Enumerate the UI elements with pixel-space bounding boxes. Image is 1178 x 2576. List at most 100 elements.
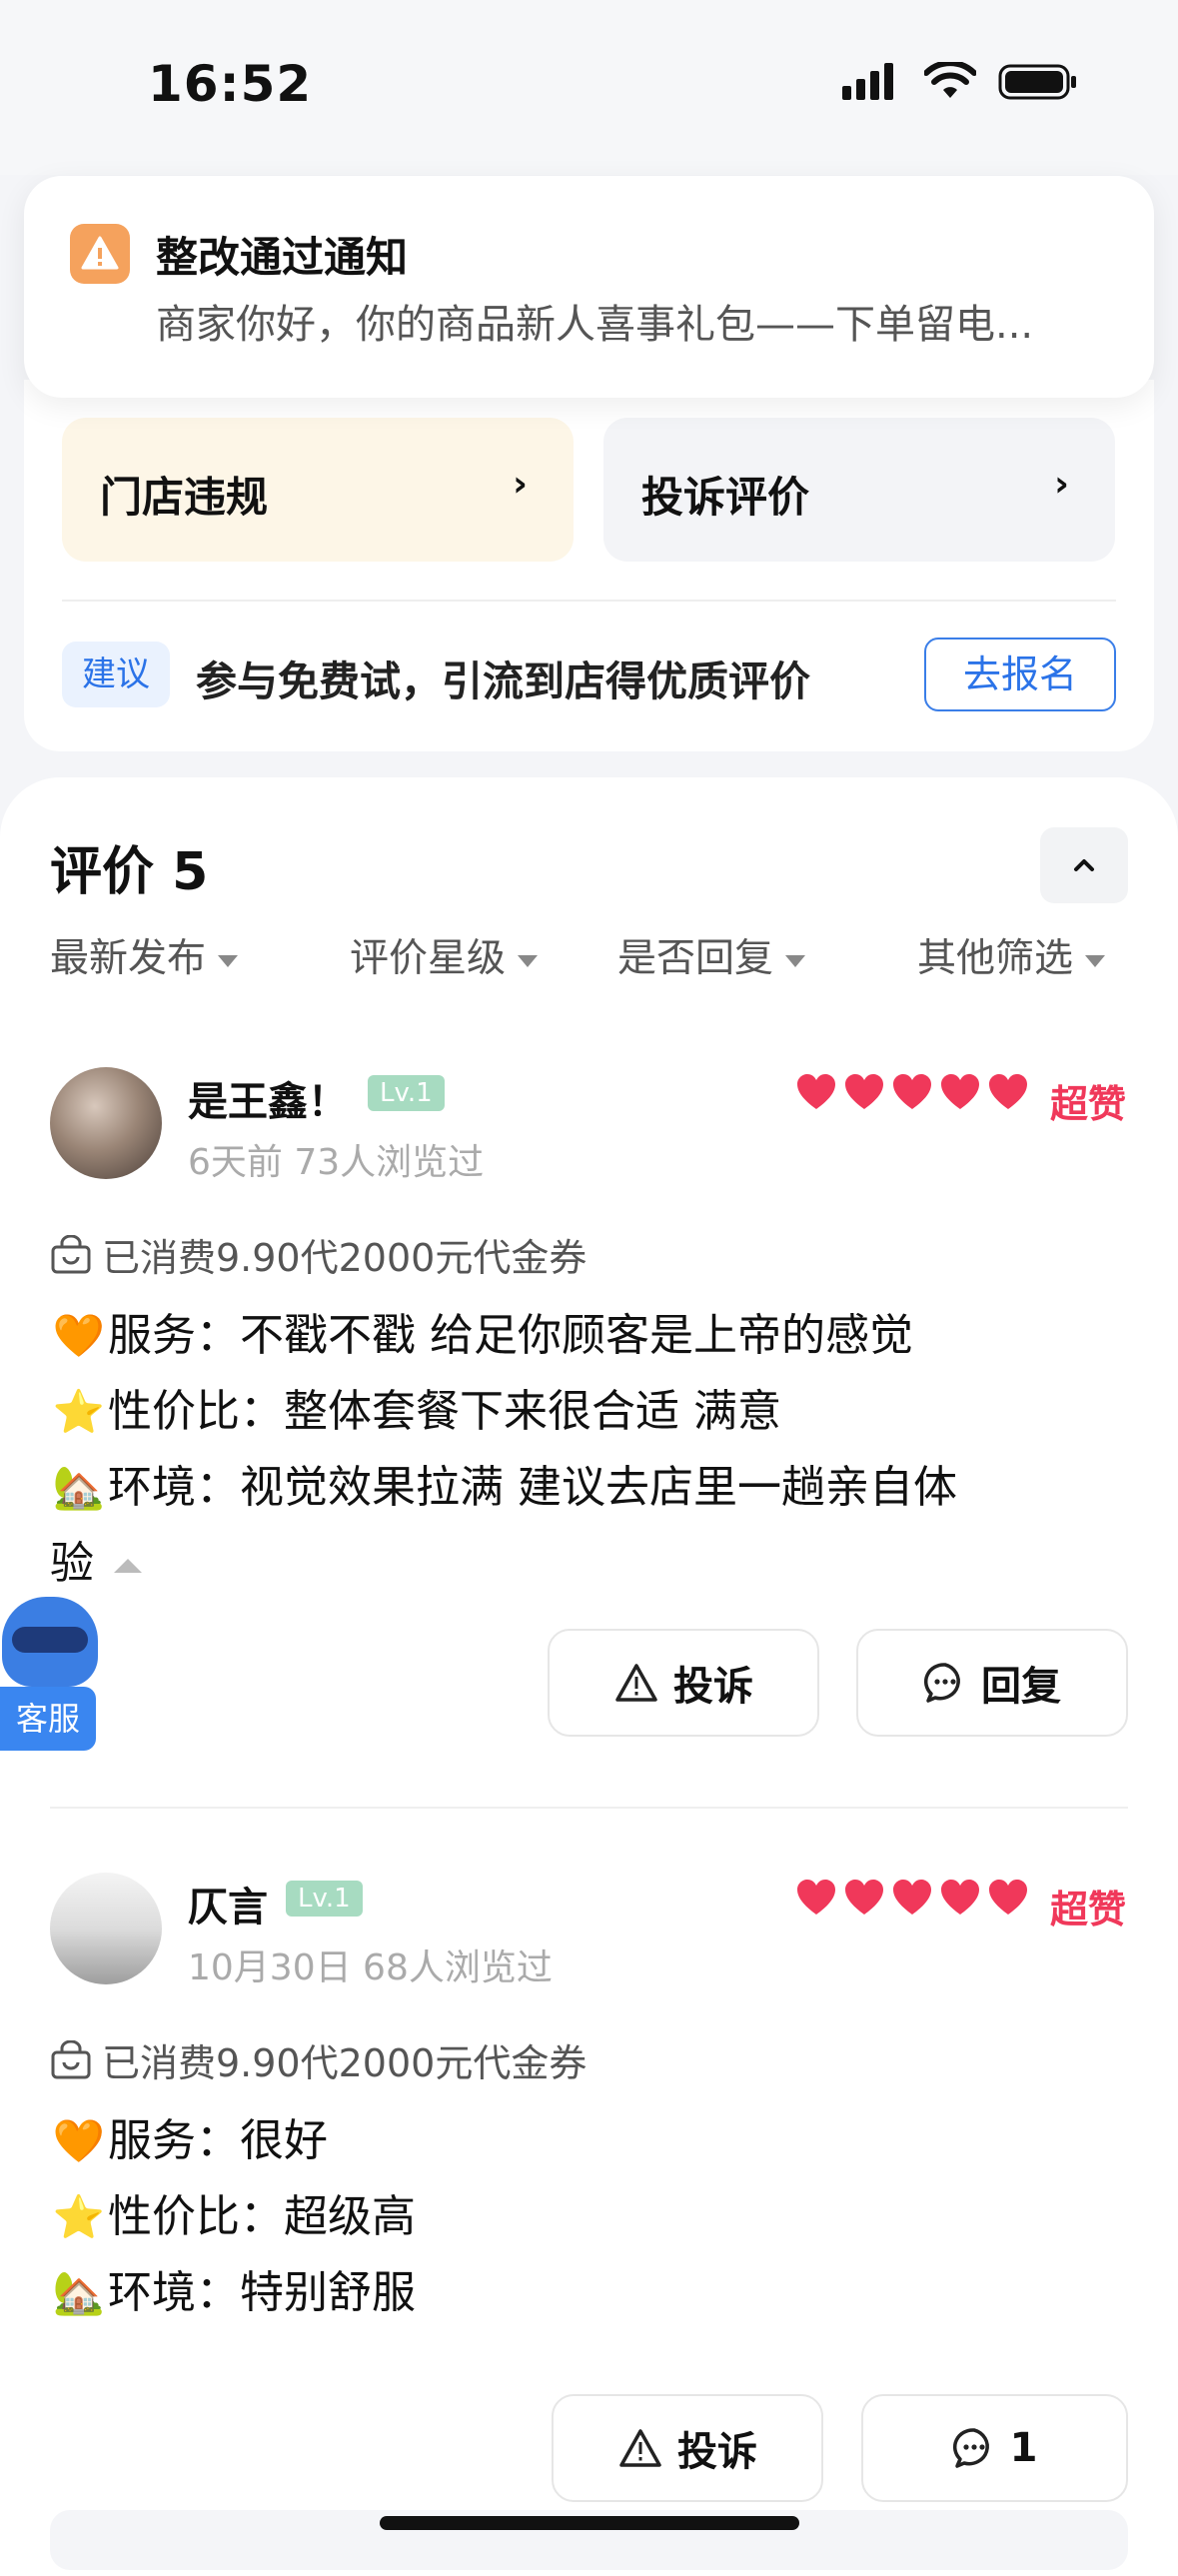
review-meta: 6天前 73人浏览过	[188, 1142, 485, 1183]
review-line-environment: 🏡环境：视觉效果拉满 建议去店里一趟亲自体	[50, 1451, 957, 1515]
chevron-up-icon	[1074, 859, 1094, 871]
consumption-text: 已消费9.90代2000元代金券	[102, 2041, 588, 2085]
warning-outline-icon	[615, 1664, 657, 1702]
review-line-service: 🧡服务：不戳不戳 给足你顾客是上帝的感觉	[50, 1299, 913, 1363]
review-meta: 10月30日 68人浏览过	[188, 1947, 553, 1988]
review-text: 服务：很好	[108, 2115, 328, 2166]
customer-service-label: 客服	[0, 1687, 96, 1751]
tile-label: 门店违规	[100, 473, 269, 522]
house-emoji-icon: 🏡	[52, 1463, 106, 1512]
reviews-panel: 评价 5 最新发布 评价星级 是否回复 其他筛选 是王鑫！ Lv.1 6天前 7…	[0, 777, 1178, 2576]
chat-bubble-icon	[952, 2428, 989, 2468]
suggestion-badge: 建议	[62, 642, 170, 707]
heart-icon	[940, 1879, 980, 1921]
review-divider	[50, 1807, 1128, 1809]
battery-icon	[998, 64, 1076, 100]
filter-label: 评价星级	[350, 936, 507, 981]
heart-icon	[796, 1073, 836, 1115]
review-line-environment: 🏡环境：特别舒服	[50, 2256, 416, 2320]
button-label: 投诉	[673, 1664, 753, 1710]
complain-button[interactable]: 投诉	[548, 1629, 819, 1737]
complain-button[interactable]: 投诉	[552, 2394, 823, 2502]
button-label: 1	[1009, 2425, 1038, 2471]
reply-button[interactable]: 回复	[856, 1629, 1128, 1737]
review-text: 环境：视觉效果拉满 建议去店里一趟亲自体	[108, 1462, 957, 1513]
collapse-button[interactable]	[1040, 827, 1128, 903]
level-badge: Lv.1	[286, 1881, 363, 1917]
heart-icon	[892, 1073, 932, 1115]
heart-rating	[796, 1879, 1028, 1921]
rating-word: 超赞	[1049, 1082, 1126, 1126]
heart-icon	[988, 1073, 1028, 1115]
filter-latest[interactable]: 最新发布	[50, 927, 239, 983]
notification-body: 商家你好，你的商品新人喜事礼包——下单留电...	[156, 302, 1034, 348]
review-text: 性价比：整体套餐下来很合适 满意	[108, 1386, 781, 1437]
heart-emoji-icon: 🧡	[52, 2116, 106, 2165]
heart-icon	[844, 1073, 884, 1115]
store-violation-tile[interactable]: 门店违规 ›	[62, 418, 574, 562]
caret-down-icon	[518, 954, 539, 967]
home-indicator[interactable]	[380, 2516, 799, 2530]
button-label: 投诉	[677, 2429, 757, 2475]
sign-up-button[interactable]: 去报名	[924, 638, 1116, 711]
review-line-value: ⭐性价比：整体套餐下来很合适 满意	[50, 1375, 781, 1439]
suggestion-text: 参与免费试，引流到店得优质评价	[196, 657, 810, 705]
house-emoji-icon: 🏡	[52, 2268, 106, 2317]
reviews-title: 评价 5	[50, 842, 209, 902]
review-text: 验	[50, 1538, 94, 1589]
star-emoji-icon: ⭐	[52, 1387, 106, 1436]
divider	[62, 600, 1116, 602]
status-icons	[842, 62, 1078, 102]
filter-star-rating[interactable]: 评价星级	[350, 927, 539, 983]
notification-title: 整改通过通知	[156, 233, 409, 282]
review-text: 性价比：超级高	[108, 2191, 416, 2242]
shopping-basket-icon	[51, 1234, 91, 1273]
reviewer-name: 是王鑫！	[188, 1079, 348, 1125]
filter-bar: 最新发布 评价星级 是否回复 其他筛选	[50, 927, 1128, 987]
consumption-text: 已消费9.90代2000元代金券	[102, 1236, 588, 1280]
chevron-right-icon: ›	[513, 464, 528, 505]
caret-down-icon	[218, 954, 239, 967]
heart-icon	[940, 1073, 980, 1115]
complaint-review-tile[interactable]: 投诉评价 ›	[603, 418, 1115, 562]
level-badge: Lv.1	[368, 1075, 445, 1111]
customer-service-button[interactable]: 客服	[0, 1597, 100, 1751]
star-emoji-icon: ⭐	[52, 2192, 106, 2241]
cellular-signal-icon	[842, 63, 893, 100]
warning-icon	[70, 224, 130, 284]
tile-label: 投诉评价	[641, 473, 810, 522]
review-line-service: 🧡服务：很好	[50, 2104, 328, 2168]
shop-status-card: 门店违规 › 投诉评价 › 建议 参与免费试，引流到店得优质评价 去报名	[24, 380, 1154, 751]
warning-outline-icon	[619, 2429, 661, 2467]
filter-replied[interactable]: 是否回复	[617, 927, 806, 983]
filter-other[interactable]: 其他筛选	[917, 927, 1106, 983]
button-label: 回复	[981, 1664, 1061, 1710]
heart-icon	[892, 1879, 932, 1921]
avatar[interactable]	[50, 1873, 162, 1984]
rating-word: 超赞	[1049, 1888, 1126, 1932]
filter-label: 最新发布	[50, 936, 207, 981]
consumption-info: 已消费9.90代2000元代金券	[50, 1227, 587, 1282]
filter-label: 其他筛选	[917, 936, 1074, 981]
consumption-info: 已消费9.90代2000元代金券	[50, 2032, 587, 2087]
review-text: 服务：不戳不戳 给足你顾客是上帝的感觉	[108, 1310, 913, 1361]
review-line-continuation: 验	[50, 1527, 142, 1591]
wifi-icon	[924, 62, 976, 98]
heart-icon	[796, 1879, 836, 1921]
chevron-right-icon: ›	[1054, 464, 1069, 505]
collapse-text-icon[interactable]	[114, 1559, 142, 1573]
review-line-value: ⭐性价比：超级高	[50, 2180, 416, 2244]
reply-count-button[interactable]: 1	[861, 2394, 1128, 2502]
reviewer-name: 仄言	[188, 1885, 268, 1931]
chat-bubble-icon	[923, 1663, 960, 1703]
review-text: 环境：特别舒服	[108, 2267, 416, 2318]
heart-icon	[988, 1879, 1028, 1921]
heart-rating	[796, 1073, 1028, 1115]
filter-label: 是否回复	[617, 936, 774, 981]
notification-banner[interactable]: 整改通过通知 商家你好，你的商品新人喜事礼包——下单留电...	[24, 176, 1154, 398]
heart-emoji-icon: 🧡	[52, 1311, 106, 1360]
status-bar: 16:52	[0, 0, 1178, 175]
avatar[interactable]	[50, 1067, 162, 1179]
shopping-basket-icon	[51, 2039, 91, 2078]
heart-icon	[844, 1879, 884, 1921]
